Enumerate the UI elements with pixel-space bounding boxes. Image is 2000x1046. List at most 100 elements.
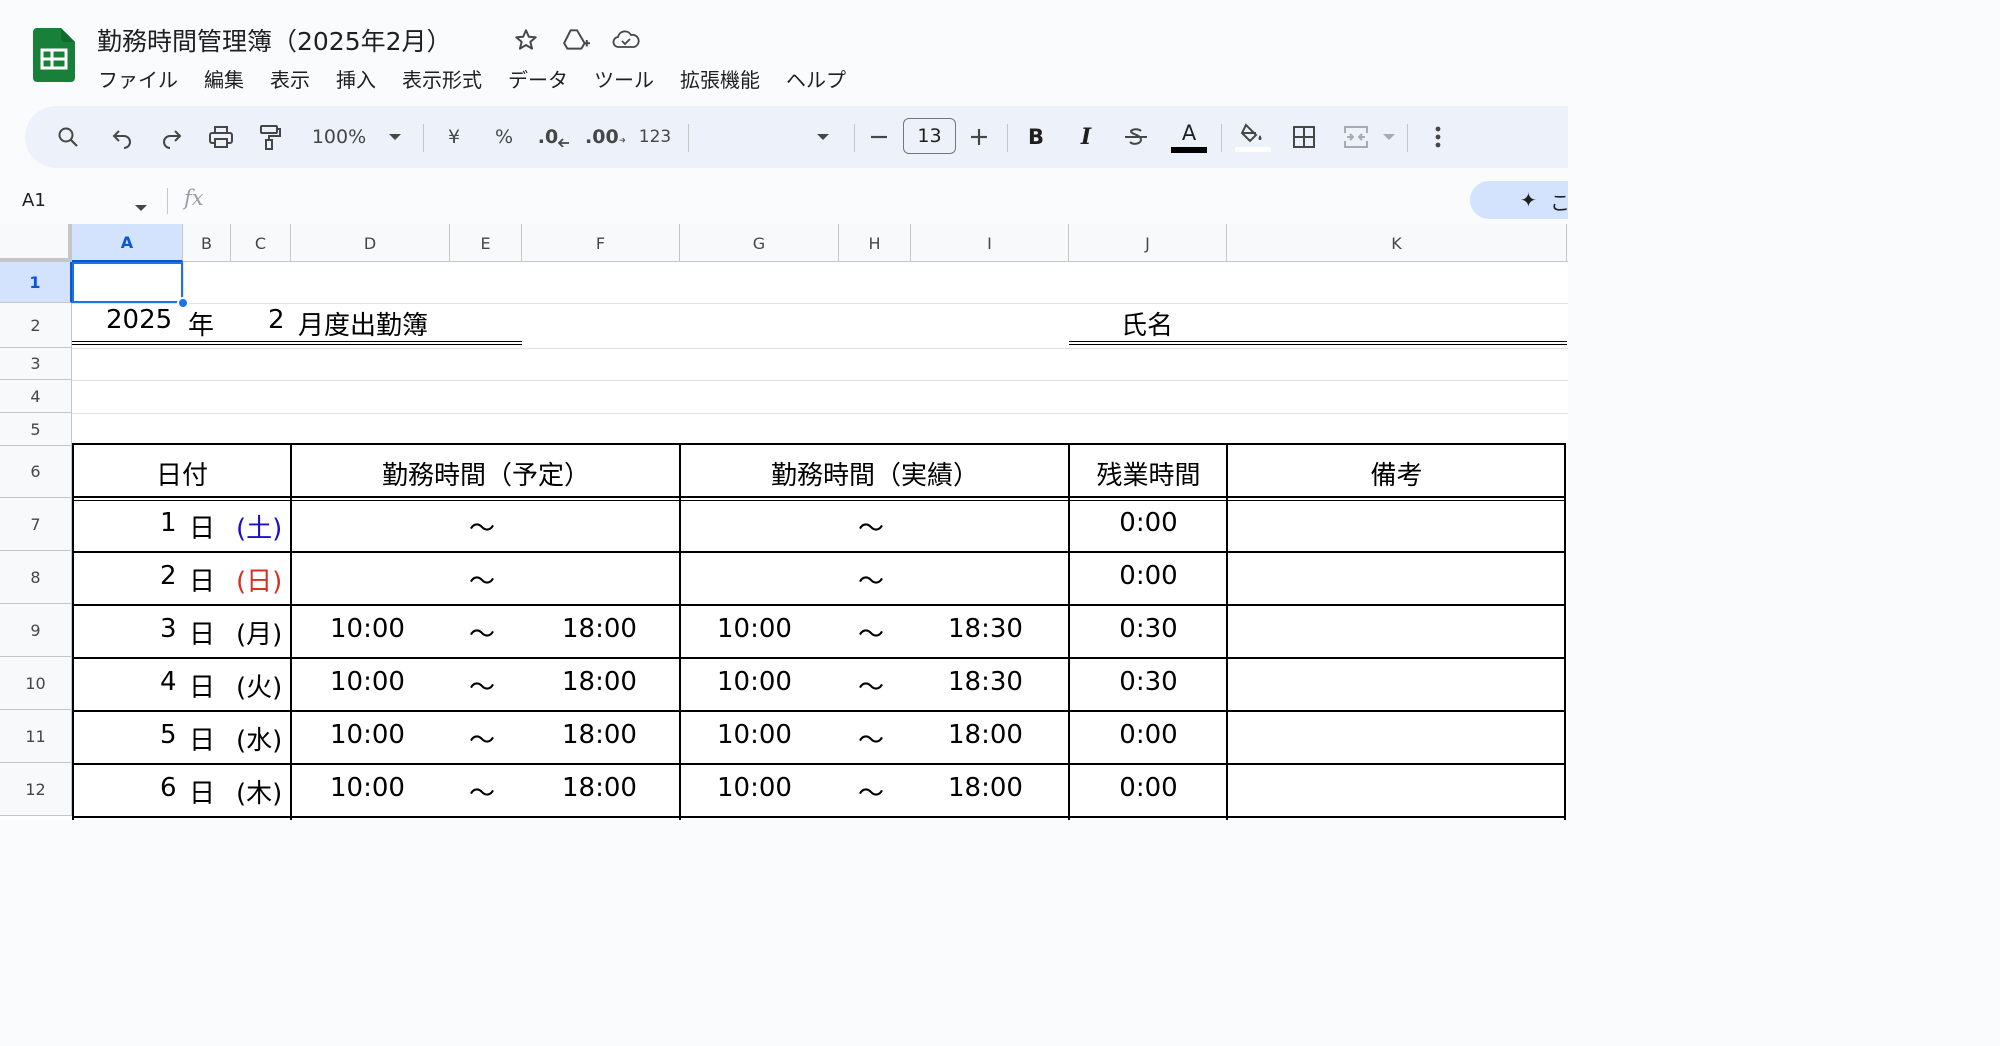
- row-header-1[interactable]: 1: [0, 262, 72, 303]
- menu-edit[interactable]: 編集: [204, 64, 244, 93]
- move-to-drive-icon[interactable]: [562, 26, 590, 54]
- menu-tools[interactable]: ツール: [594, 64, 654, 93]
- undo-icon[interactable]: [107, 106, 137, 168]
- active-cell-a1[interactable]: [72, 262, 183, 303]
- menu-help[interactable]: ヘルプ: [786, 64, 846, 93]
- fill-color-icon[interactable]: [1233, 106, 1273, 168]
- column-header-e[interactable]: E: [450, 224, 522, 262]
- planned-start[interactable]: 10:00: [330, 720, 405, 750]
- menu-data[interactable]: データ: [508, 64, 568, 93]
- paint-format-icon[interactable]: [255, 106, 285, 168]
- borders-icon[interactable]: [1289, 106, 1319, 168]
- day-number[interactable]: 2: [160, 561, 177, 591]
- column-header-g[interactable]: G: [680, 224, 839, 262]
- zoom-value[interactable]: 100%: [307, 106, 371, 168]
- star-icon[interactable]: [512, 26, 540, 54]
- font-dropdown-icon[interactable]: [813, 106, 833, 168]
- menu-file[interactable]: ファイル: [98, 64, 178, 93]
- overtime-value[interactable]: 0:30: [1070, 614, 1227, 644]
- planned-start[interactable]: 10:00: [330, 614, 405, 644]
- column-header-c[interactable]: C: [231, 224, 291, 262]
- cell-area[interactable]: 2025 年 2 月度出勤簿 氏名 日付 勤務時間（予定） 勤務時間（実績） 残…: [72, 262, 1568, 820]
- actual-end[interactable]: 18:30: [948, 614, 1023, 644]
- column-header-k[interactable]: K: [1227, 224, 1567, 262]
- gemini-button[interactable]: ✦ こ: [1470, 181, 1568, 219]
- row-header-11[interactable]: 11: [0, 710, 72, 763]
- overtime-value[interactable]: 0:00: [1070, 561, 1227, 591]
- planned-end[interactable]: 18:00: [562, 720, 637, 750]
- actual-start[interactable]: 10:00: [717, 667, 792, 697]
- column-header-a[interactable]: A: [72, 224, 183, 262]
- planned-end[interactable]: 18:00: [562, 667, 637, 697]
- month-value[interactable]: 2: [268, 305, 285, 335]
- column-header-b[interactable]: B: [183, 224, 231, 262]
- merge-dropdown-icon[interactable]: [1379, 106, 1399, 168]
- redo-icon[interactable]: [157, 106, 187, 168]
- fill-handle[interactable]: [177, 297, 189, 309]
- column-header-i[interactable]: I: [911, 224, 1069, 262]
- overtime-value[interactable]: 0:00: [1070, 773, 1227, 803]
- actual-end[interactable]: 18:30: [948, 667, 1023, 697]
- menu-extensions[interactable]: 拡張機能: [680, 64, 760, 93]
- font-size-input[interactable]: 13: [903, 118, 956, 154]
- column-header-h[interactable]: H: [839, 224, 911, 262]
- merge-cells-icon[interactable]: [1341, 106, 1371, 168]
- planned-end[interactable]: 18:00: [562, 773, 637, 803]
- column-header-j[interactable]: J: [1069, 224, 1227, 262]
- name-box-dropdown-icon[interactable]: [134, 198, 148, 217]
- row-header-5[interactable]: 5: [0, 413, 72, 446]
- actual-end[interactable]: 18:00: [948, 720, 1023, 750]
- actual-start[interactable]: 10:00: [717, 720, 792, 750]
- row-header-7[interactable]: 7: [0, 498, 72, 551]
- italic-button[interactable]: I: [1073, 106, 1099, 168]
- document-title[interactable]: 勤務時間管理簿（2025年2月）: [97, 22, 452, 58]
- actual-end[interactable]: 18:00: [948, 773, 1023, 803]
- year-value[interactable]: 2025: [106, 305, 172, 335]
- minus-icon[interactable]: [867, 106, 891, 168]
- overtime-value[interactable]: 0:00: [1070, 720, 1227, 750]
- day-number[interactable]: 4: [160, 667, 177, 697]
- strikethrough-icon[interactable]: [1121, 106, 1151, 168]
- row-header-6[interactable]: 6: [0, 446, 72, 498]
- search-icon[interactable]: [53, 106, 83, 168]
- text-color-button[interactable]: A: [1169, 106, 1209, 168]
- spreadsheet-grid[interactable]: A B C D E F G H I J K 1 2 3 4 5 6 7 8 9 …: [0, 224, 1568, 820]
- actual-start[interactable]: 10:00: [717, 773, 792, 803]
- name-box[interactable]: A1: [22, 190, 46, 211]
- percent-format-button[interactable]: %: [489, 106, 519, 168]
- currency-format-button[interactable]: ¥: [439, 106, 469, 168]
- row-header-2[interactable]: 2: [0, 303, 72, 348]
- print-icon[interactable]: [205, 106, 237, 168]
- planned-end[interactable]: 18:00: [562, 614, 637, 644]
- decrease-decimal-button[interactable]: .0: [537, 106, 571, 168]
- cloud-saved-icon[interactable]: [612, 26, 640, 54]
- number-format-button[interactable]: 123: [635, 106, 675, 168]
- zoom-dropdown-icon[interactable]: [385, 106, 405, 168]
- plus-icon[interactable]: [967, 106, 991, 168]
- planned-start[interactable]: 10:00: [330, 773, 405, 803]
- row-header-12[interactable]: 12: [0, 763, 72, 816]
- menu-insert[interactable]: 挿入: [336, 64, 376, 93]
- more-icon[interactable]: [1425, 106, 1451, 168]
- select-all-corner[interactable]: [0, 224, 72, 262]
- bold-button[interactable]: B: [1023, 106, 1049, 168]
- column-header-d[interactable]: D: [291, 224, 450, 262]
- increase-decimal-button[interactable]: .00: [585, 106, 625, 168]
- overtime-value[interactable]: 0:00: [1070, 508, 1227, 538]
- overtime-value[interactable]: 0:30: [1070, 667, 1227, 697]
- row-header-3[interactable]: 3: [0, 348, 72, 380]
- menu-view[interactable]: 表示: [270, 64, 310, 93]
- row-header-4[interactable]: 4: [0, 380, 72, 413]
- row-header-9[interactable]: 9: [0, 604, 72, 657]
- day-number[interactable]: 3: [160, 614, 177, 644]
- menu-format[interactable]: 表示形式: [402, 64, 482, 93]
- day-number[interactable]: 5: [160, 720, 177, 750]
- sheets-logo-icon[interactable]: [33, 28, 75, 82]
- day-number[interactable]: 6: [160, 773, 177, 803]
- column-header-f[interactable]: F: [522, 224, 680, 262]
- planned-start[interactable]: 10:00: [330, 667, 405, 697]
- actual-start[interactable]: 10:00: [717, 614, 792, 644]
- row-header-10[interactable]: 10: [0, 657, 72, 710]
- day-number[interactable]: 1: [160, 508, 177, 538]
- row-header-8[interactable]: 8: [0, 551, 72, 604]
